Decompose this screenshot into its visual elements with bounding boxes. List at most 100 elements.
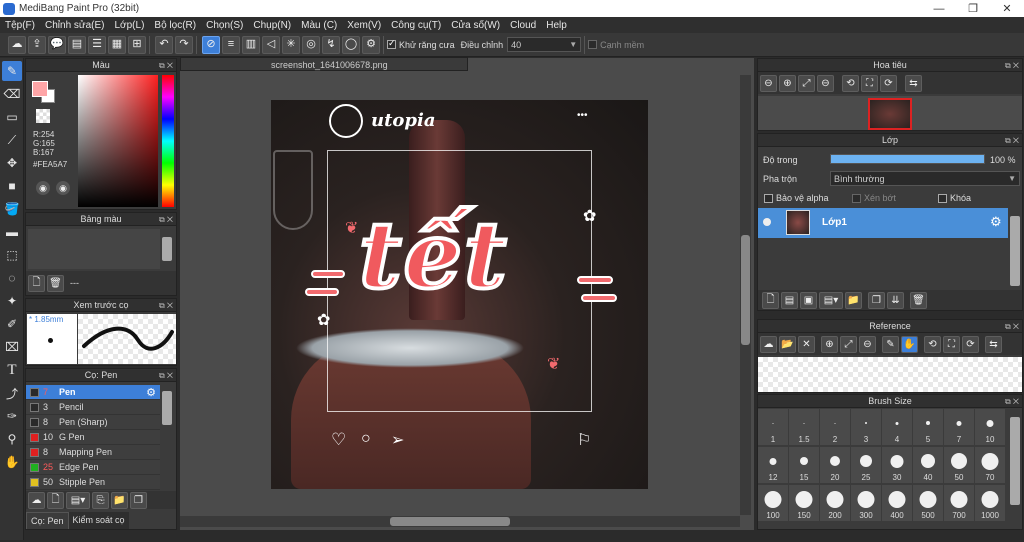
blend-select[interactable]: Bình thường ▼	[830, 171, 1020, 186]
select-pen-icon[interactable]: ✐	[2, 314, 22, 334]
text-tool-icon[interactable]: T	[2, 360, 22, 380]
brush-size-cell[interactable]: 3	[851, 409, 881, 445]
add-layer-menu-icon[interactable]: ▤▾	[819, 291, 843, 309]
brush-item-pen-sharp[interactable]: 8 Pen (Sharp)	[26, 415, 160, 430]
merge-layer-icon[interactable]: ⇊	[887, 291, 904, 309]
palette-add-icon[interactable]: ◉	[56, 181, 70, 195]
brush-size-cell[interactable]: 5	[913, 409, 943, 445]
comment-icon[interactable]: 💬	[48, 35, 66, 54]
artwork-image[interactable]: utopia ••• tết ❦ ✿ ✿ ❦ ♡ ○ ➢ ⚐	[271, 100, 648, 489]
cloud-icon[interactable]: ☁	[8, 35, 26, 54]
menu-color[interactable]: Màu (C)	[296, 20, 342, 31]
zoom-in-icon[interactable]: ⊕	[821, 335, 838, 353]
brush-size-cell[interactable]: 20	[820, 447, 850, 483]
smooth-checkbox[interactable]	[588, 40, 598, 49]
brush-size-cell[interactable]: 400	[882, 485, 912, 521]
palette-grid[interactable]	[28, 229, 160, 269]
brush-size-cell[interactable]: 500	[913, 485, 943, 521]
adjust-select[interactable]: 40 ▼	[507, 37, 582, 52]
layer-row[interactable]: Lớp1 ⚙	[758, 208, 1008, 238]
zoom-in-icon[interactable]: ⊕	[779, 74, 796, 92]
bucket-tool-icon[interactable]: 🪣	[2, 199, 22, 219]
document-tab[interactable]: screenshot_1641006678.png	[180, 57, 468, 71]
document-icon[interactable]: ▤	[68, 35, 86, 54]
tab-brush[interactable]: Cọ: Pen	[26, 512, 69, 529]
menu-cloud[interactable]: Cloud	[505, 20, 541, 31]
hue-slider[interactable]	[162, 75, 174, 207]
gradient-tool-icon[interactable]: ▬	[2, 222, 22, 242]
open-file-icon[interactable]: 📂	[779, 335, 796, 353]
reset-view-icon[interactable]: ⛶	[861, 74, 878, 92]
parallel-snap-icon[interactable]: ≡	[222, 35, 240, 54]
magic-wand-icon[interactable]: ✦	[2, 291, 22, 311]
primary-color-swatch[interactable]	[32, 81, 48, 97]
delete-layer-icon[interactable]: 🗑	[910, 291, 927, 309]
brush-size-cell[interactable]: 7	[944, 409, 974, 445]
divide-tool-icon[interactable]: ✑	[2, 406, 22, 426]
panel-close-icon[interactable]: ⧉ ✕	[159, 299, 173, 312]
brush-item-stipple-pen[interactable]: 50 Stipple Pen	[26, 475, 160, 490]
brush-size-scrollbar[interactable]	[1010, 417, 1020, 505]
rotate-left-icon[interactable]: ⟲	[842, 74, 859, 92]
rectangle-tool-icon[interactable]: ▭	[2, 107, 22, 127]
panel-close-icon[interactable]: ⧉ ✕	[159, 59, 173, 72]
transparent-color-swatch[interactable]	[36, 109, 50, 123]
duplicate-brush-icon[interactable]: ❐	[130, 491, 147, 509]
gear-icon[interactable]: ⚙	[146, 386, 156, 399]
new-brush-icon[interactable]: 🗋	[47, 491, 64, 509]
palette-wheel-icon[interactable]: ◉	[36, 181, 50, 195]
vertical-scrollbar[interactable]	[740, 75, 751, 515]
brush-size-cell[interactable]: 1000	[975, 485, 1005, 521]
menu-edit[interactable]: Chỉnh sửa(E)	[40, 20, 110, 31]
vanishing-point-icon[interactable]: ◁	[262, 35, 280, 54]
panel-close-icon[interactable]: ⧉ ✕	[159, 369, 173, 382]
radial-snap-icon[interactable]: ✳	[282, 35, 300, 54]
brush-size-cell[interactable]: 12	[758, 447, 788, 483]
new-palette-icon[interactable]: 🗋	[28, 274, 45, 292]
hand-icon[interactable]: ✋	[901, 335, 918, 353]
delete-palette-icon[interactable]: 🗑	[47, 274, 64, 292]
select-tool-icon[interactable]: ⬚	[2, 245, 22, 265]
layer-folder-icon[interactable]: 📁	[845, 291, 862, 309]
menu-filter[interactable]: Bộ lọc(R)	[149, 20, 201, 31]
eraser-tool-icon[interactable]: ⌫	[2, 84, 22, 104]
brush-size-cell[interactable]: 200	[820, 485, 850, 521]
brush-size-cell[interactable]: 2	[820, 409, 850, 445]
brush-size-cell[interactable]: 300	[851, 485, 881, 521]
grid-view-icon[interactable]: ▦	[108, 35, 126, 54]
fit-icon[interactable]: ⤢	[798, 74, 815, 92]
brush-list-scrollbar[interactable]	[162, 391, 172, 425]
menu-layer[interactable]: Lớp(L)	[110, 20, 150, 31]
minimize-icon[interactable]: —	[922, 0, 956, 17]
copy-brush-icon[interactable]: ⎘	[92, 491, 109, 509]
flip-icon[interactable]: ⇆	[905, 74, 922, 92]
duplicate-layer-icon[interactable]: ❐	[868, 291, 885, 309]
saturation-value-picker[interactable]	[78, 75, 158, 207]
lasso-tool-icon[interactable]: ◌	[2, 268, 22, 288]
close-icon[interactable]: ✕	[990, 0, 1024, 17]
fit-icon[interactable]: ⤢	[840, 335, 857, 353]
brush-size-cell[interactable]: 4	[882, 409, 912, 445]
menu-file[interactable]: Tệp(F)	[0, 20, 40, 31]
brush-item-pen[interactable]: 7 Pen ⚙	[26, 385, 160, 400]
lock-checkbox[interactable]	[938, 193, 947, 203]
restore-icon[interactable]: ❐	[956, 0, 990, 17]
brush-size-cell[interactable]: 40	[913, 447, 943, 483]
move-tool-icon[interactable]: ✥	[2, 153, 22, 173]
vertical-scroll-thumb[interactable]	[741, 235, 750, 345]
menu-tools[interactable]: Công cụ(T)	[386, 20, 446, 31]
flip-icon[interactable]: ⇆	[985, 335, 1002, 353]
operation-tool-icon[interactable]: ⤴	[2, 383, 22, 403]
fill-rect-tool-icon[interactable]: ■	[2, 176, 22, 196]
reset-view-icon[interactable]: ⛶	[943, 335, 960, 353]
panel-close-icon[interactable]: ⧉ ✕	[1005, 320, 1019, 333]
folder-brush-icon[interactable]: 📁	[111, 491, 128, 509]
redo-icon[interactable]: ↷	[175, 35, 193, 54]
new-halftone-layer-icon[interactable]: ▤	[781, 291, 798, 309]
cloud-brush-icon[interactable]: ☁	[28, 491, 45, 509]
brush-tool-icon[interactable]: ✎	[2, 61, 22, 81]
cross-snap-icon[interactable]: ▥	[242, 35, 260, 54]
layer-scrollbar[interactable]	[1010, 216, 1020, 286]
hand-tool-icon[interactable]: ✋	[2, 452, 22, 472]
panel-close-icon[interactable]: ⧉ ✕	[1005, 134, 1019, 147]
